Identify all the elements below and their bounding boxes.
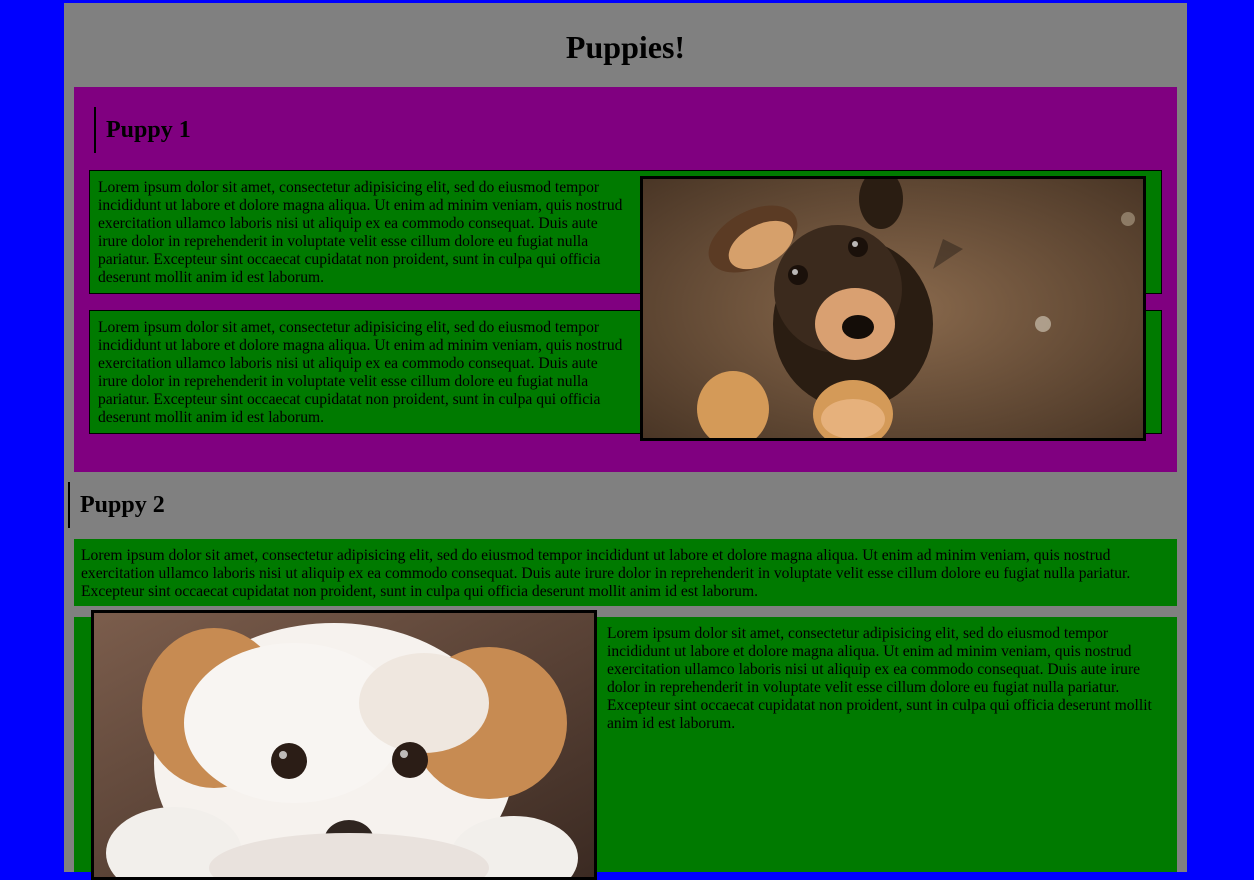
puppy-1-paragraph-1: Lorem ipsum dolor sit amet, consectetur … xyxy=(98,179,623,286)
page-title: Puppies! xyxy=(565,29,686,65)
puppy-2-text-box-1: Lorem ipsum dolor sit amet, consectetur … xyxy=(74,539,1177,606)
puppy-1-illustration xyxy=(643,179,1143,438)
puppy-2-heading: Puppy 2 xyxy=(68,482,380,528)
puppy-2-content-box: Lorem ipsum dolor sit amet, consectetur … xyxy=(74,610,1177,880)
puppy-1-paragraph-2: Lorem ipsum dolor sit amet, consectetur … xyxy=(98,319,623,426)
page-container: Puppies! Puppy 1 Lorem ipsum dolor sit a… xyxy=(64,3,1187,880)
puppy-1-heading: Puppy 1 xyxy=(94,107,406,153)
puppy-1-section: Puppy 1 Lorem ipsum dolor sit amet, cons… xyxy=(74,87,1177,472)
puppy-2-photo xyxy=(91,610,597,880)
puppy-2-paragraph-1: Lorem ipsum dolor sit amet, consectetur … xyxy=(81,547,1131,600)
puppy-1-photo xyxy=(640,176,1146,441)
puppy-2-illustration xyxy=(94,613,594,877)
puppy-2-paragraph-2: Lorem ipsum dolor sit amet, consectetur … xyxy=(607,625,1152,732)
